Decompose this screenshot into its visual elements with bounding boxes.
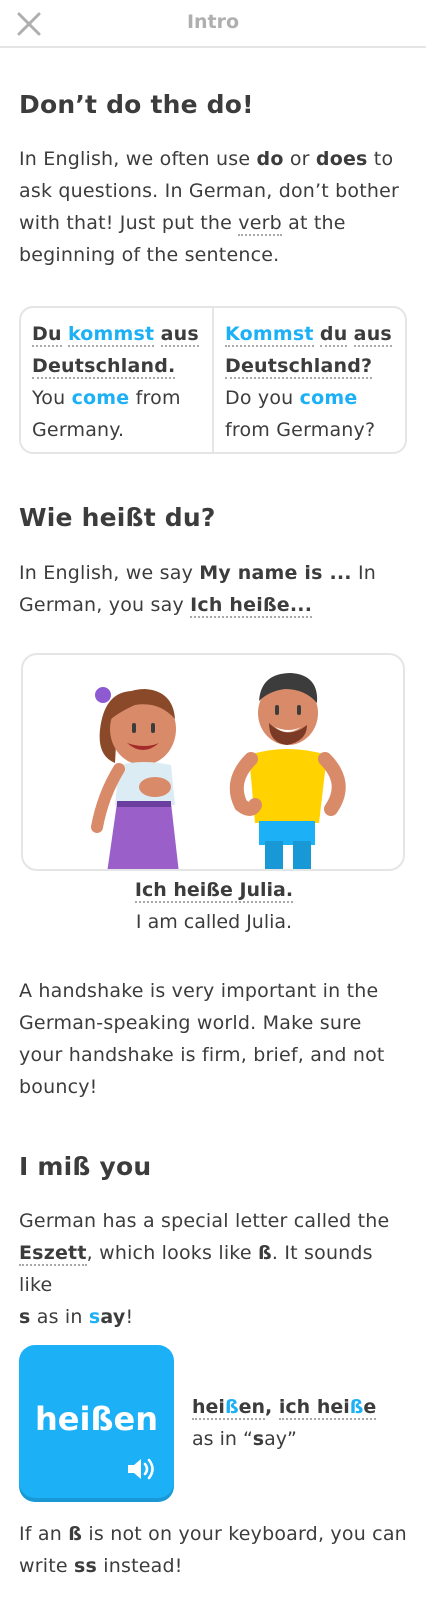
- section-heading-eszett: I miß you: [19, 1152, 152, 1181]
- pronunciation-card[interactable]: heißen: [19, 1345, 174, 1498]
- woman-illustration: [91, 687, 179, 869]
- characters-illustration: [21, 653, 405, 871]
- speaker-icon[interactable]: [126, 1456, 156, 1482]
- token-kommst-q[interactable]: Kommst: [225, 323, 314, 347]
- token-aus-q[interactable]: aus: [353, 323, 392, 347]
- card-word: heißen: [35, 1400, 158, 1438]
- token-deutschland-q[interactable]: Deutschland?: [225, 355, 373, 379]
- illustration-caption: Ich heiße Julia. I am called Julia.: [19, 874, 409, 938]
- section-paragraph-keyboard: If an ß is not on your keyboard, you can…: [19, 1523, 407, 1577]
- top-bar: Intro: [0, 0, 426, 48]
- token-du[interactable]: Du: [32, 323, 62, 347]
- caption-english: I am called Julia.: [135, 911, 293, 933]
- token-aus[interactable]: aus: [160, 323, 199, 347]
- token-deutschland[interactable]: Deutschland.: [32, 355, 176, 379]
- vocab-heissen[interactable]: heißen: [192, 1396, 266, 1420]
- man-illustration: [229, 673, 346, 869]
- vocab-verb[interactable]: verb: [238, 212, 282, 236]
- section-paragraph-name: In English, we say My name is ... In Ger…: [19, 562, 377, 618]
- token-du-q[interactable]: du: [319, 323, 348, 347]
- section-paragraph-do: In English, we often use do or does to a…: [19, 148, 400, 266]
- pronunciation-text: heißen, ich heiße as in “say”: [192, 1396, 377, 1450]
- table-cell-left: Du kommst aus Deutschland. You come from…: [32, 323, 199, 441]
- vocab-ich-heisse-2[interactable]: ich heiße: [278, 1396, 377, 1420]
- table-cell-right: Kommst du aus Deutschland? Do you come f…: [225, 323, 392, 441]
- vocab-eszett[interactable]: Eszett: [19, 1242, 87, 1266]
- vocab-ich-heisse[interactable]: Ich heiße...: [190, 594, 313, 618]
- section-heading-do: Don’t do the do!: [19, 90, 254, 119]
- page-title: Intro: [186, 11, 240, 33]
- token-kommst[interactable]: kommst: [67, 323, 155, 347]
- table-divider: [212, 308, 214, 452]
- caption-german[interactable]: Ich heiße Julia.: [134, 879, 294, 903]
- example-table: Du kommst aus Deutschland. You come from…: [19, 306, 407, 454]
- section-heading-name: Wie heißt du?: [19, 503, 216, 532]
- section-paragraph-eszett: German has a special letter called the E…: [19, 1210, 390, 1328]
- section-paragraph-handshake: A handshake is very important in the Ger…: [19, 980, 385, 1098]
